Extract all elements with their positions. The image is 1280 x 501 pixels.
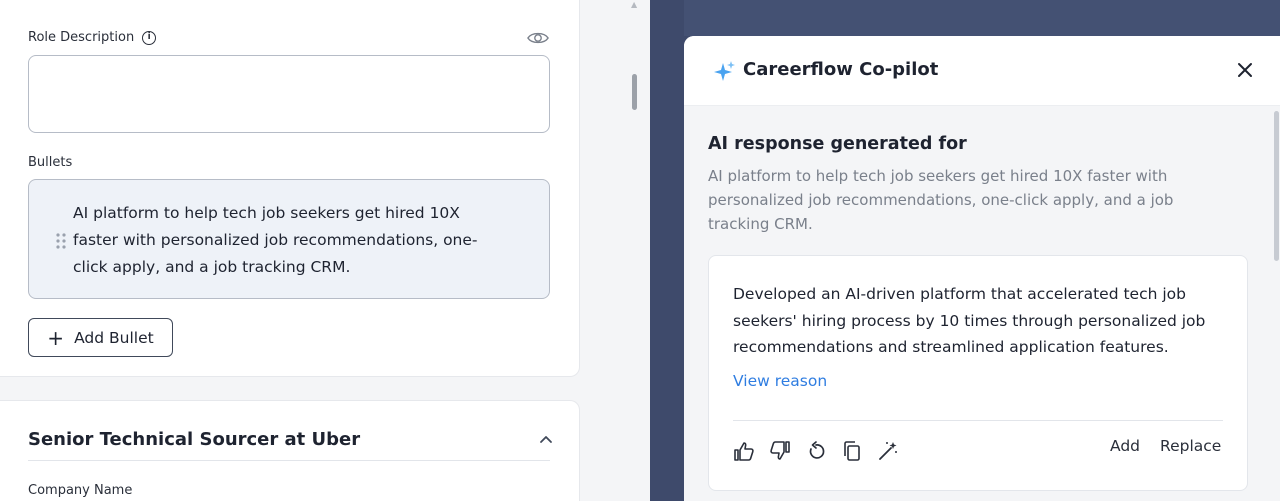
add-bullet-button[interactable]: + Add Bullet: [28, 318, 173, 357]
view-reason-link[interactable]: View reason: [733, 372, 827, 390]
role-description-label: Role Description i: [28, 30, 157, 45]
overlay-strip: [684, 0, 1280, 36]
generated-response-card: Developed an AI-driven platform that acc…: [708, 255, 1248, 491]
experience-section-card: Senior Technical Sourcer at Uber Company…: [0, 400, 580, 501]
info-icon[interactable]: i: [142, 30, 157, 45]
bullet-text[interactable]: AI platform to help tech job seekers get…: [73, 200, 503, 281]
response-heading: AI response generated for: [708, 134, 967, 154]
bullets-label: Bullets: [28, 155, 73, 170]
close-icon[interactable]: [1236, 61, 1254, 79]
eye-icon[interactable]: [527, 30, 549, 46]
copilot-scrollbar-thumb[interactable]: [1274, 111, 1279, 261]
thumbs-down-icon[interactable]: [769, 440, 791, 462]
copilot-panel: Careerflow Co-pilot AI response generate…: [684, 36, 1280, 501]
magic-wand-icon[interactable]: [877, 440, 899, 462]
section-divider: [28, 460, 550, 461]
drag-handle-icon[interactable]: [55, 232, 67, 250]
resume-editor-panel: Role Description i Bullets AI platform t…: [0, 0, 620, 501]
chevron-up-icon[interactable]: [538, 434, 554, 444]
bullet-item[interactable]: AI platform to help tech job seekers get…: [28, 179, 550, 299]
company-name-label: Company Name: [28, 483, 133, 498]
thumbs-up-icon[interactable]: [733, 440, 755, 462]
copy-icon[interactable]: [841, 440, 863, 462]
copilot-title: Careerflow Co-pilot: [743, 59, 939, 80]
scrollbar-thumb[interactable]: [632, 74, 637, 110]
add-button[interactable]: Add: [1110, 437, 1140, 455]
role-description-input[interactable]: [28, 55, 550, 133]
replace-button[interactable]: Replace: [1160, 437, 1221, 455]
card-divider: [733, 420, 1223, 421]
response-source-text: AI platform to help tech job seekers get…: [708, 167, 1174, 233]
experience-card: Role Description i Bullets AI platform t…: [0, 0, 580, 377]
copilot-header: Careerflow Co-pilot: [684, 36, 1280, 106]
generated-text: Developed an AI-driven platform that acc…: [733, 285, 1206, 356]
regenerate-icon[interactable]: [805, 440, 827, 462]
scroll-up-arrow-icon[interactable]: ▲: [631, 0, 637, 9]
response-actions: [733, 440, 899, 462]
sparkle-icon: [714, 61, 735, 81]
section-title: Senior Technical Sourcer at Uber: [28, 429, 361, 450]
plus-icon: +: [47, 325, 65, 350]
